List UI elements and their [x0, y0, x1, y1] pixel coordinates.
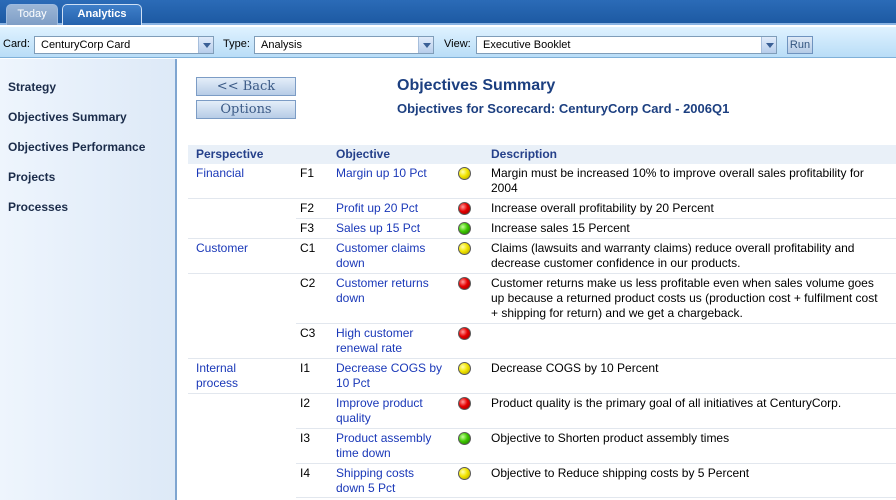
row-divider: [188, 238, 896, 239]
view-label: View:: [444, 38, 471, 50]
type-select-value: Analysis: [261, 39, 302, 51]
row-divider: [296, 218, 896, 219]
objective-code: F3: [300, 221, 315, 235]
objective-description: Claims (lawsuits and warranty claims) re…: [491, 241, 855, 270]
card-select[interactable]: CenturyCorp Card: [34, 36, 214, 54]
table-header: Perspective Objective Description: [188, 145, 896, 164]
objective-link[interactable]: High customer renewal rate: [336, 326, 446, 356]
page-title: Objectives Summary: [397, 77, 556, 94]
row-divider: [188, 393, 896, 394]
row-divider: [296, 323, 896, 324]
yellow-status-light-icon: [458, 242, 471, 255]
row-divider: [188, 273, 896, 274]
tab-analytics[interactable]: Analytics: [62, 4, 142, 25]
header-objective: Objective: [336, 147, 391, 161]
selection-toolbar: Card: CenturyCorp Card Type: Analysis Vi…: [0, 27, 896, 58]
objective-code: C1: [300, 241, 316, 255]
card-select-value: CenturyCorp Card: [41, 39, 131, 51]
row-divider: [296, 497, 896, 498]
objective-link[interactable]: Profit up 20 Pct: [336, 201, 446, 216]
red-status-light-icon: [458, 397, 471, 410]
sidebar-nav: Strategy Objectives Summary Objectives P…: [0, 59, 177, 500]
sidebar-item-objectives-summary[interactable]: Objectives Summary: [8, 110, 127, 124]
objective-code: C3: [300, 326, 316, 340]
objective-code: I1: [300, 361, 311, 375]
page-subtitle: Objectives for Scorecard: CenturyCorp Ca…: [397, 101, 730, 116]
row-divider: [296, 428, 896, 429]
green-status-light-icon: [458, 432, 471, 445]
objective-link[interactable]: Improve product quality: [336, 396, 446, 426]
perspective-cell[interactable]: Customer: [196, 241, 266, 256]
row-divider: [188, 358, 896, 359]
sidebar-item-strategy[interactable]: Strategy: [8, 80, 56, 94]
perspective-cell[interactable]: Internal process: [196, 361, 266, 391]
objective-code: F2: [300, 201, 315, 215]
chevron-down-icon[interactable]: [418, 37, 433, 53]
objective-description: Margin must be increased 10% to improve …: [491, 166, 864, 195]
back-button[interactable]: << Back: [196, 77, 296, 96]
objective-description: Product quality is the primary goal of a…: [491, 396, 842, 410]
top-tab-bar: Today Analytics: [0, 0, 896, 25]
type-select[interactable]: Analysis: [254, 36, 434, 54]
view-select-value: Executive Booklet: [483, 39, 571, 51]
objective-code: C2: [300, 276, 316, 290]
row-divider: [296, 463, 896, 464]
chevron-down-icon[interactable]: [198, 37, 213, 53]
tab-today[interactable]: Today: [6, 4, 58, 25]
type-label: Type:: [223, 38, 250, 50]
chevron-down-icon[interactable]: [761, 37, 776, 53]
sidebar-item-processes[interactable]: Processes: [8, 200, 68, 214]
yellow-status-light-icon: [458, 167, 471, 180]
header-perspective: Perspective: [196, 147, 264, 161]
objective-description: Increase sales 15 Percent: [491, 221, 630, 235]
view-select[interactable]: Executive Booklet: [476, 36, 777, 54]
options-button[interactable]: Options: [196, 100, 296, 119]
objective-code: F1: [300, 166, 315, 180]
red-status-light-icon: [458, 202, 471, 215]
header-description: Description: [491, 147, 558, 161]
objective-description: Objective to Shorten product assembly ti…: [491, 431, 730, 445]
objective-link[interactable]: Product assembly time down: [336, 431, 446, 461]
objective-link[interactable]: Customer claims down: [336, 241, 446, 271]
objective-description: Increase overall profitability by 20 Per…: [491, 201, 714, 215]
yellow-status-light-icon: [458, 467, 471, 480]
red-status-light-icon: [458, 277, 471, 290]
sidebar-item-projects[interactable]: Projects: [8, 170, 55, 184]
yellow-status-light-icon: [458, 362, 471, 375]
objective-description: Customer returns make us less profitable…: [491, 276, 878, 320]
objective-link[interactable]: Customer returns down: [336, 276, 446, 306]
objective-link[interactable]: Margin up 10 Pct: [336, 166, 446, 181]
sidebar-item-objectives-performance[interactable]: Objectives Performance: [8, 140, 145, 154]
objective-description: Objective to Reduce shipping costs by 5 …: [491, 466, 750, 480]
row-divider: [188, 198, 896, 199]
objective-link[interactable]: Shipping costs down 5 Pct: [336, 466, 446, 496]
card-label: Card:: [3, 38, 30, 50]
perspective-cell[interactable]: Financial: [196, 166, 266, 181]
objective-description: Decrease COGS by 10 Percent: [491, 361, 659, 375]
run-button[interactable]: Run: [787, 36, 813, 54]
objective-link[interactable]: Sales up 15 Pct: [336, 221, 446, 236]
red-status-light-icon: [458, 327, 471, 340]
objective-link[interactable]: Decrease COGS by 10 Pct: [336, 361, 446, 391]
objective-code: I3: [300, 431, 311, 445]
green-status-light-icon: [458, 222, 471, 235]
objective-code: I2: [300, 396, 311, 410]
objective-code: I4: [300, 466, 311, 480]
